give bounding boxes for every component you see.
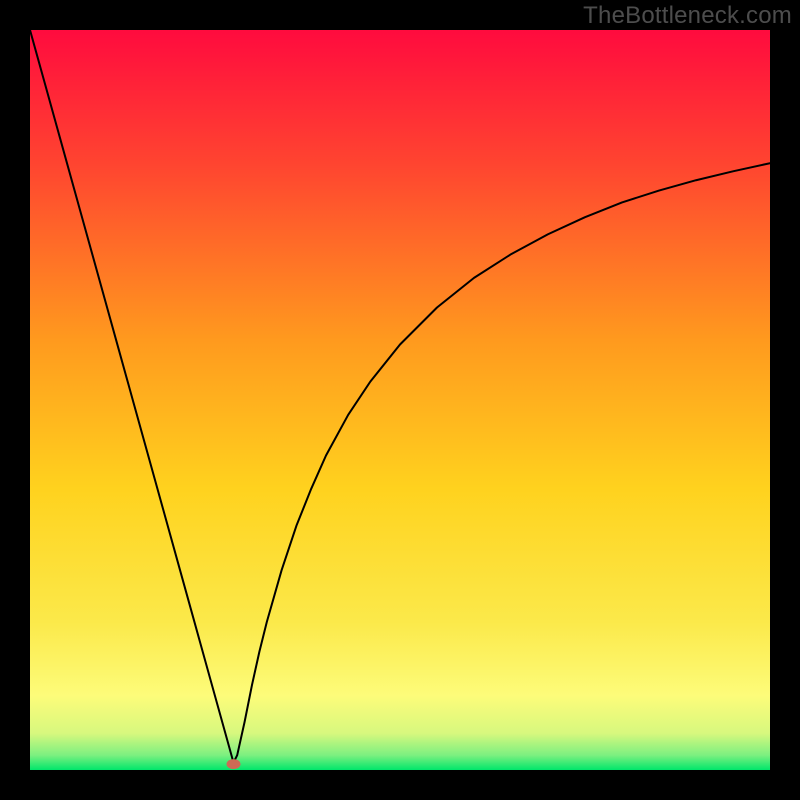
plot-area xyxy=(30,30,770,770)
gradient-background xyxy=(30,30,770,770)
optimal-point-marker xyxy=(227,759,241,769)
chart-svg xyxy=(30,30,770,770)
watermark-text: TheBottleneck.com xyxy=(583,2,792,30)
chart-frame: TheBottleneck.com xyxy=(0,0,800,800)
